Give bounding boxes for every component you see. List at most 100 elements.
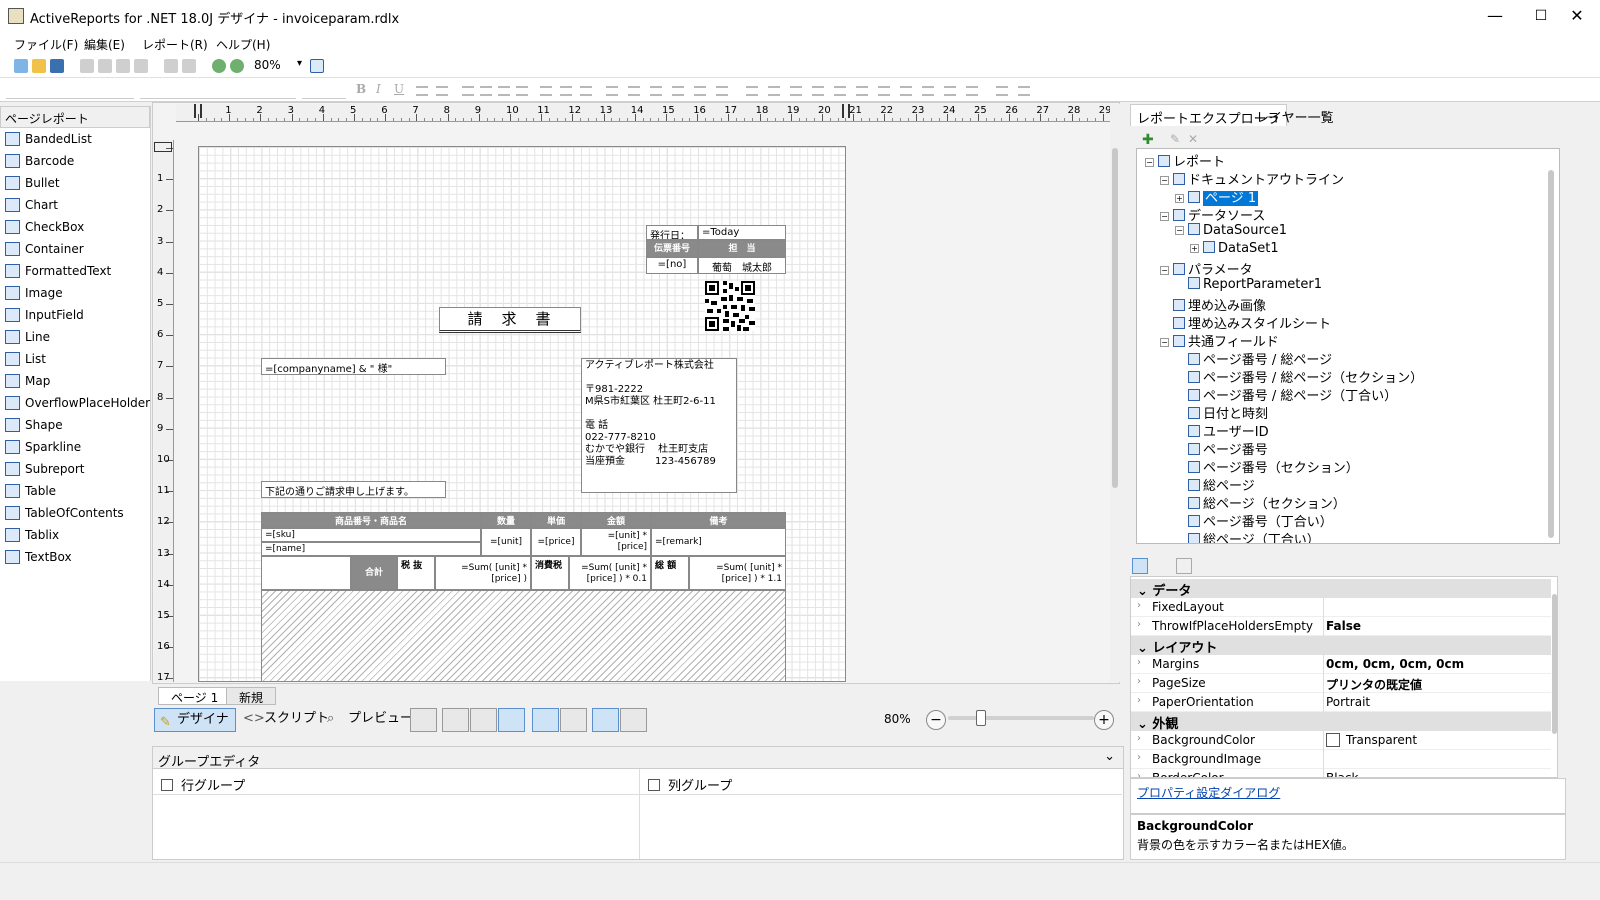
tax-excluded-value[interactable]: =Sum( [unit] * [price] ) <box>435 556 531 590</box>
tree-node[interactable]: 総ページ（セクション） <box>1175 493 1346 512</box>
align-center-icon[interactable] <box>480 86 492 96</box>
tree-node[interactable]: + DataSet1 <box>1190 241 1279 256</box>
left-margin-marker[interactable] <box>194 104 202 118</box>
categorized-icon[interactable] <box>1132 558 1148 574</box>
bold-button[interactable]: B <box>356 82 366 96</box>
menu-report[interactable]: レポート(R) <box>142 36 208 53</box>
style-combo[interactable] <box>6 81 134 99</box>
font-combo[interactable] <box>140 81 296 99</box>
toolbox-item-barcode[interactable]: Barcode <box>0 150 150 172</box>
toolbox-item-chart[interactable]: Chart <box>0 194 150 216</box>
property-value-cell[interactable]: Black <box>1326 771 1358 777</box>
menu-help[interactable]: ヘルプ(H) <box>216 36 270 53</box>
table-header-remark[interactable]: 備考 <box>651 512 786 528</box>
tree-node[interactable]: − レポート <box>1145 151 1225 170</box>
tree-node[interactable]: − データソース <box>1160 205 1265 224</box>
zoom-slider-track[interactable] <box>948 716 1094 720</box>
property-value-cell[interactable]: プリンタの既定値 <box>1326 676 1422 693</box>
font-color-icon[interactable] <box>416 86 428 96</box>
tree-node[interactable]: 総ページ（丁合い） <box>1175 529 1320 543</box>
collapse-icon[interactable]: − <box>1160 212 1169 221</box>
property-row[interactable]: › PageSize プリンタの既定値 <box>1131 674 1551 693</box>
design-mode-button[interactable]: ✎ デザイナ <box>154 708 236 732</box>
slip-number-value[interactable]: =[no] <box>646 257 698 274</box>
chevron-right-icon[interactable]: › <box>1137 676 1141 687</box>
toolbox-item-shape[interactable]: Shape <box>0 414 150 436</box>
paste-icon[interactable] <box>116 59 130 73</box>
table-header-qty[interactable]: 数量 <box>481 512 531 528</box>
toolbox-item-sparkline[interactable]: Sparkline <box>0 436 150 458</box>
tree-node[interactable]: ページ番号 / 総ページ <box>1175 349 1332 368</box>
toolbox-item-inputfield[interactable]: InputField <box>0 304 150 326</box>
delete-icon[interactable] <box>134 59 148 73</box>
bring-to-front-icon[interactable] <box>996 86 1008 96</box>
tree-node[interactable]: ページ番号（セクション） <box>1175 457 1359 476</box>
property-dialog-link[interactable]: プロパティ設定ダイアログ <box>1137 786 1280 800</box>
background-color-icon[interactable] <box>436 86 448 96</box>
price-field[interactable]: =[price] <box>531 528 581 556</box>
toolbox-item-tablix[interactable]: Tablix <box>0 524 150 546</box>
staff-value[interactable]: 葡萄 城太郎 <box>698 257 786 274</box>
copy-icon[interactable] <box>98 59 112 73</box>
chevron-down-icon[interactable]: ⌄ <box>1137 584 1152 599</box>
align-rights-icon[interactable] <box>650 86 662 96</box>
fit-page-icon[interactable] <box>310 59 324 73</box>
explorer-scrollbar[interactable] <box>1548 170 1554 538</box>
tree-node[interactable]: ページ番号（丁合い） <box>1175 511 1333 530</box>
tax-excluded-label[interactable]: 税 抜 <box>397 556 435 590</box>
property-value-cell[interactable]: Transparent <box>1326 733 1417 747</box>
v-spacing-equal-icon[interactable] <box>900 86 912 96</box>
indent-icon[interactable] <box>580 86 592 96</box>
property-row[interactable]: › BorderColor Black <box>1131 769 1551 777</box>
tree-node[interactable]: ページ番号 <box>1175 439 1268 458</box>
amount-field[interactable]: =[unit] * [price] <box>581 528 651 556</box>
property-row[interactable]: › FixedLayout <box>1131 598 1551 617</box>
same-height-icon[interactable] <box>768 86 780 96</box>
snap-grid-icon[interactable] <box>560 708 587 732</box>
expand-icon[interactable]: + <box>1190 244 1199 253</box>
toolbox-item-formattedtext[interactable]: FormattedText <box>0 260 150 282</box>
add-icon[interactable]: ✚ <box>1142 132 1154 148</box>
property-value-cell[interactable]: False <box>1326 619 1361 633</box>
menu-edit[interactable]: 編集(E) <box>84 36 125 53</box>
property-row[interactable]: › PaperOrientation Portrait <box>1131 693 1551 712</box>
align-lefts-icon[interactable] <box>606 86 618 96</box>
total-label[interactable]: 合計 <box>351 556 397 590</box>
property-row[interactable]: › BackgroundColor Transparent <box>1131 731 1551 750</box>
bullets-icon[interactable] <box>540 86 552 96</box>
ruler-toggle-icon[interactable] <box>410 708 437 732</box>
preview-mode-button[interactable]: ⌕ プレビュー <box>322 708 419 732</box>
v-spacing-decrease-icon[interactable] <box>944 86 956 96</box>
grand-total-label[interactable]: 総 額 <box>651 556 689 590</box>
undo-icon[interactable] <box>164 59 178 73</box>
property-value[interactable]: False <box>1326 619 1361 633</box>
align-right-icon[interactable] <box>498 86 510 96</box>
italic-button[interactable]: I <box>376 82 381 96</box>
edit-icon[interactable]: ✎ <box>1170 132 1180 146</box>
tab-new-page[interactable]: 新規 <box>226 687 277 705</box>
h-spacing-remove-icon[interactable] <box>878 86 890 96</box>
zoom-in-button[interactable]: + <box>1094 710 1114 730</box>
collapse-icon[interactable]: − <box>1145 158 1154 167</box>
property-pages-icon[interactable] <box>1176 558 1192 574</box>
v-spacing-remove-icon[interactable] <box>966 86 978 96</box>
name-field[interactable]: =[name] <box>261 542 481 556</box>
chevron-right-icon[interactable]: › <box>1137 657 1141 668</box>
tree-node[interactable]: ユーザーID <box>1175 421 1269 440</box>
top-margin-marker[interactable] <box>154 142 172 152</box>
outdent-icon[interactable] <box>560 86 572 96</box>
zoom-in-icon[interactable] <box>212 59 226 73</box>
toolbox-item-list[interactable]: List <box>0 348 150 370</box>
snap-lines-icon[interactable] <box>532 708 559 732</box>
chevron-down-icon[interactable]: ⌄ <box>1104 749 1115 764</box>
toolbox-item-image[interactable]: Image <box>0 282 150 304</box>
dotted-grid-icon[interactable] <box>470 708 497 732</box>
grid-toggle-icon[interactable] <box>498 708 525 732</box>
minimize-button[interactable]: — <box>1472 0 1518 32</box>
same-size-icon[interactable] <box>790 86 802 96</box>
toolbox-item-checkbox[interactable]: CheckBox <box>0 216 150 238</box>
toolbox-item-table[interactable]: Table <box>0 480 150 502</box>
toolbox-item-line[interactable]: Line <box>0 326 150 348</box>
zoom-slider-thumb[interactable] <box>976 710 986 726</box>
property-category[interactable]: ⌄ データ <box>1131 579 1551 599</box>
